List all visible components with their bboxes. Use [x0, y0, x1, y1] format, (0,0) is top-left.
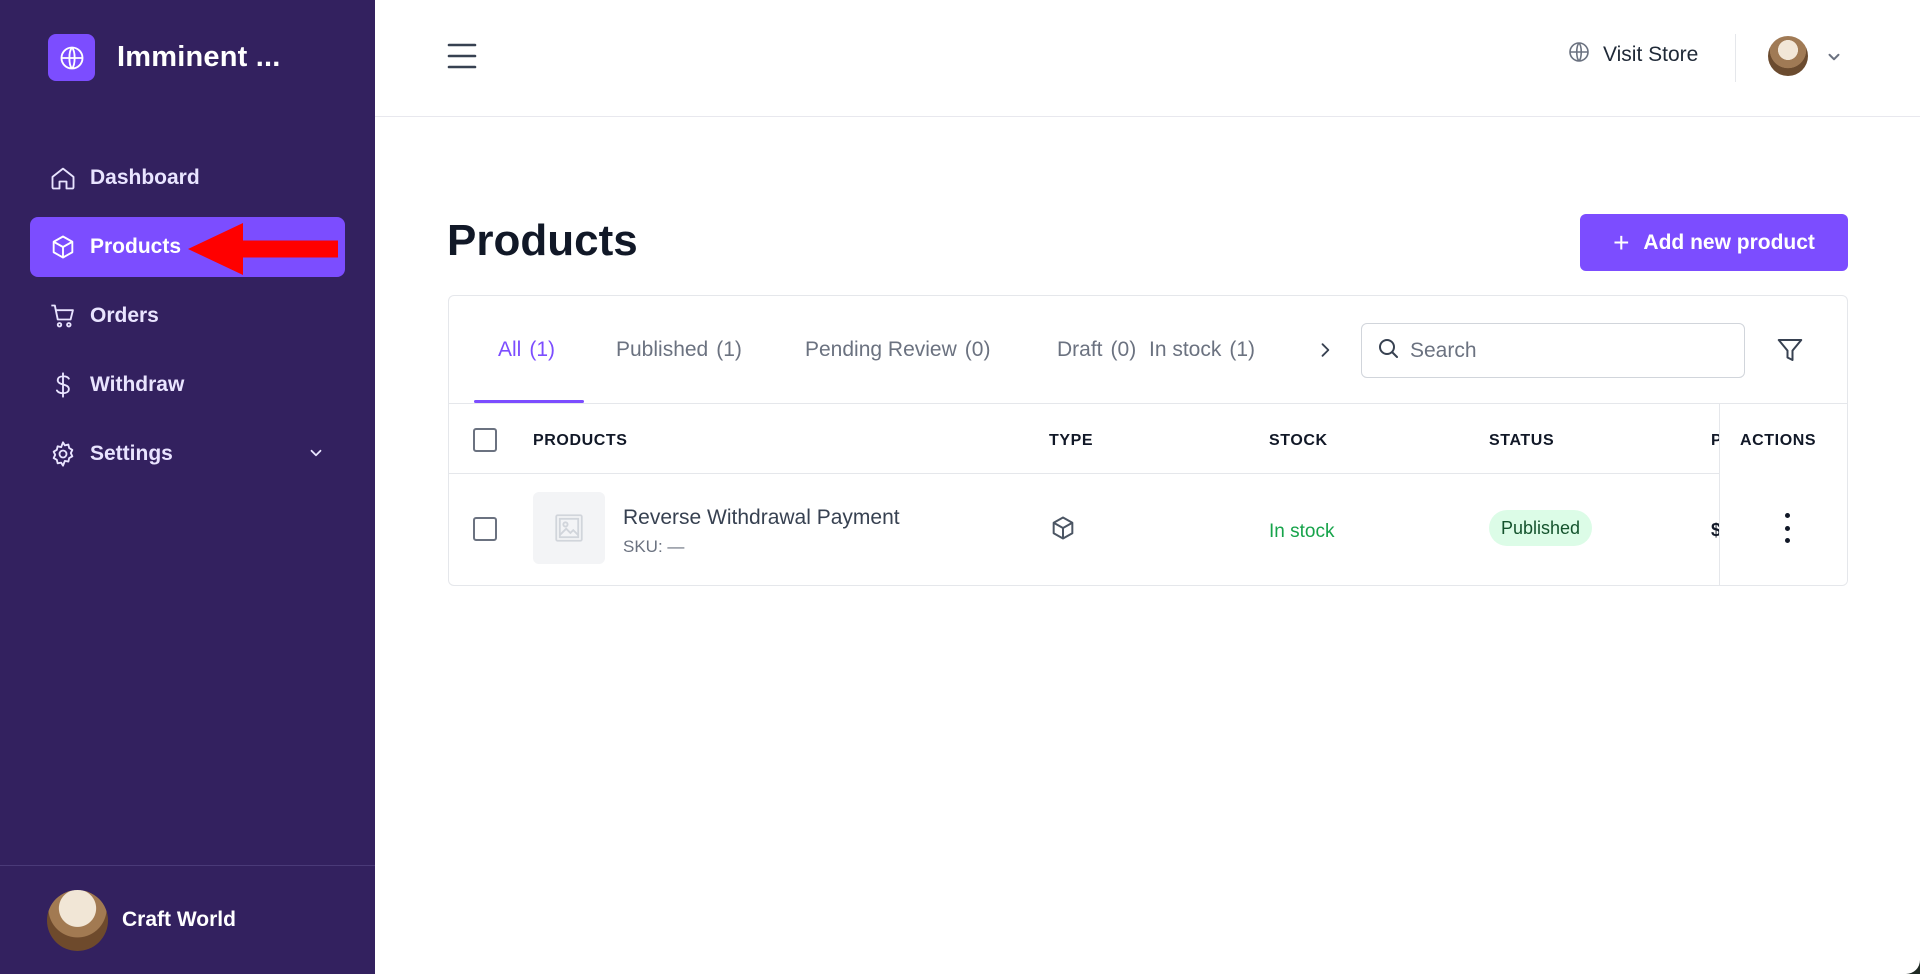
gear-icon — [48, 439, 78, 469]
tab-count: (0) — [1110, 338, 1137, 361]
products-card: All (1) Published (1) Pending Review (0) Dr… — [448, 295, 1848, 586]
chevron-right-icon[interactable] — [1315, 339, 1335, 366]
box-icon — [1049, 514, 1077, 547]
column-header-products[interactable]: PRODUCTS — [533, 432, 628, 450]
sidebar-item-label: Dashboard — [90, 166, 200, 189]
header-divider — [1735, 34, 1736, 82]
column-header-status[interactable]: STATUS — [1489, 432, 1554, 450]
row-checkbox[interactable] — [473, 517, 497, 541]
app-window: Imminent ... Dashboard Products Orders W… — [0, 0, 1920, 974]
sidebar-item-label: Settings — [90, 442, 173, 465]
tab-count: (1) — [1229, 338, 1256, 361]
avatar — [47, 889, 108, 951]
tab-count: (0) — [964, 338, 991, 361]
product-sku: SKU: — — [623, 537, 685, 556]
brand-name: Imminent ... — [117, 41, 281, 73]
tab-label: Pending Review — [805, 338, 957, 361]
sidebar-item-settings[interactable]: Settings — [30, 424, 345, 484]
plus-icon: + — [1613, 226, 1630, 258]
table-row: Reverse Withdrawal Payment SKU: — In sto… — [449, 475, 1847, 585]
search-box — [1361, 323, 1745, 378]
add-button-label: Add new product — [1643, 230, 1815, 254]
add-new-product-button[interactable]: + Add new product — [1580, 214, 1848, 271]
sidebar: Imminent ... Dashboard Products Orders W… — [0, 0, 375, 974]
product-name-link[interactable]: Reverse Withdrawal Payment — [623, 506, 900, 530]
top-header: Visit Store — [375, 0, 1920, 117]
tab-draft[interactable]: Draft (0) — [1057, 338, 1136, 362]
status-badge: Published — [1489, 510, 1593, 546]
tab-label: In stock — [1149, 338, 1222, 361]
select-all-checkbox[interactable] — [473, 428, 497, 452]
product-price: $ — [1711, 520, 1719, 541]
filter-icon[interactable] — [1775, 335, 1805, 370]
image-placeholder-icon — [533, 492, 605, 564]
tab-all[interactable]: All (1) — [498, 338, 555, 362]
sidebar-item-withdraw[interactable]: Withdraw — [30, 355, 345, 415]
column-header-actions: ACTIONS — [1740, 432, 1817, 449]
actions-column: ACTIONS — [1719, 404, 1847, 585]
globe-icon — [1567, 40, 1591, 70]
tab-count: (1) — [716, 338, 742, 361]
tab-count: (1) — [529, 338, 556, 361]
more-vertical-icon[interactable] — [1782, 513, 1792, 543]
column-header-price[interactable]: P — [1711, 432, 1719, 450]
dollar-icon — [48, 370, 78, 400]
tab-pending-review[interactable]: Pending Review (0) — [805, 338, 990, 362]
search-icon — [1376, 336, 1400, 365]
box-icon — [48, 232, 78, 262]
column-header-type[interactable]: TYPE — [1049, 432, 1093, 450]
tab-label: Draft — [1057, 338, 1103, 361]
table-header: PRODUCTS TYPE STOCK STATUS P — [449, 404, 1847, 474]
tab-overflow: In stock (1) — [1149, 332, 1259, 372]
tab-label: Published — [616, 338, 709, 361]
tab-in-stock[interactable]: In stock (1) — [1149, 338, 1255, 362]
sidebar-nav: Dashboard Products Orders Withdraw Setti… — [30, 148, 345, 493]
sidebar-item-label: Products — [90, 235, 182, 258]
store-name: Craft World — [122, 908, 236, 931]
page-title: Products — [447, 216, 638, 265]
cart-icon — [48, 301, 78, 331]
menu-icon[interactable] — [447, 42, 477, 70]
home-icon — [48, 163, 78, 193]
sidebar-item-label: Orders — [90, 304, 159, 327]
active-tab-indicator — [474, 400, 584, 403]
red-arrow-annotation — [185, 218, 340, 285]
column-header-stock[interactable]: STOCK — [1269, 432, 1328, 450]
sidebar-item-orders[interactable]: Orders — [30, 286, 345, 346]
visit-store-link[interactable]: Visit Store — [1567, 40, 1698, 70]
chevron-down-icon — [307, 444, 325, 468]
visit-store-label: Visit Store — [1603, 43, 1699, 66]
search-input[interactable] — [1410, 338, 1710, 363]
sidebar-footer[interactable]: Craft World — [0, 865, 375, 974]
tab-published[interactable]: Published (1) — [616, 338, 742, 362]
globe-icon — [48, 34, 95, 81]
chevron-down-icon[interactable] — [1825, 48, 1843, 71]
sidebar-item-label: Withdraw — [90, 373, 185, 396]
brand[interactable]: Imminent ... — [48, 34, 281, 81]
sidebar-item-dashboard[interactable]: Dashboard — [30, 148, 345, 208]
user-avatar[interactable] — [1768, 36, 1808, 76]
tab-label: All — [498, 338, 522, 361]
stock-status: In stock — [1269, 521, 1335, 542]
status-tabs: All (1) Published (1) Pending Review (0) Dr… — [449, 296, 1847, 404]
